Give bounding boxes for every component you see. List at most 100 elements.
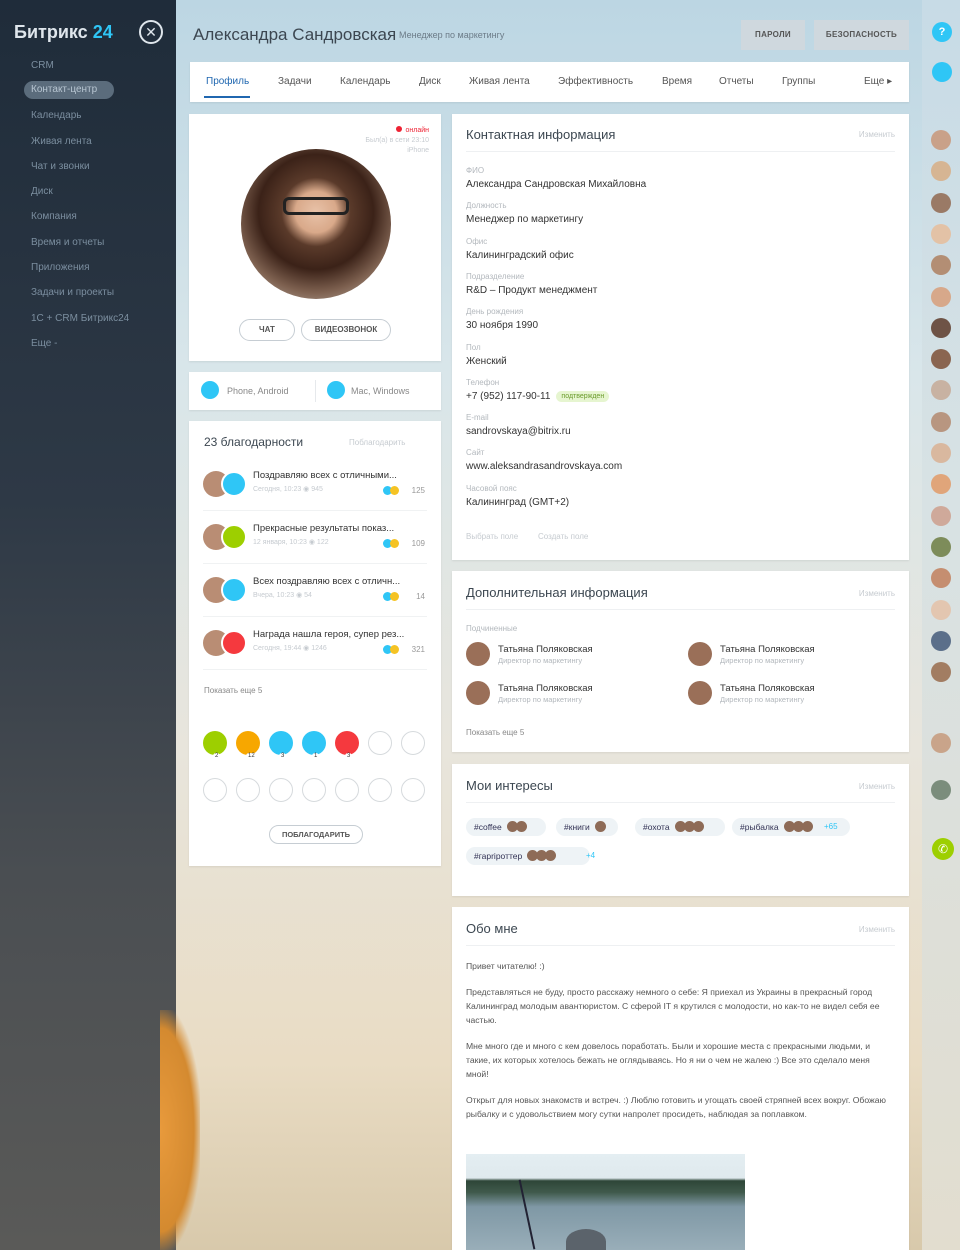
tab[interactable]: Группы: [782, 76, 815, 87]
tab[interactable]: Отчеты: [719, 76, 754, 87]
interest-tag[interactable]: #гарripоттер: [466, 847, 590, 865]
show-more-people[interactable]: Показать еще 5: [466, 728, 524, 737]
additional-edit-link[interactable]: Изменить: [859, 589, 895, 598]
sidebar-item[interactable]: Еще -: [24, 334, 174, 359]
close-icon[interactable]: ✕: [139, 20, 163, 44]
thanks-type-icon[interactable]: [368, 778, 392, 802]
contact-avatar[interactable]: [931, 380, 951, 401]
contact-avatar[interactable]: [931, 161, 951, 182]
mobile-apps[interactable]: Phone, Android: [227, 386, 289, 396]
contact-avatar[interactable]: [931, 733, 951, 754]
sidebar-item[interactable]: Время и отчеты: [24, 233, 174, 258]
thanks-type-icon[interactable]: [236, 778, 260, 802]
thanks-type-icon[interactable]: [368, 731, 392, 755]
person-name[interactable]: Татьяна Поляковская: [720, 644, 815, 655]
thanks-type-icon[interactable]: [401, 778, 425, 802]
thanks-type-icon[interactable]: [269, 778, 293, 802]
contact-avatar[interactable]: [931, 599, 951, 620]
sidebar-item[interactable]: Компания: [24, 207, 174, 232]
sidebar-item[interactable]: CRM: [24, 56, 174, 81]
person-avatar[interactable]: [466, 642, 490, 666]
sidebar-item[interactable]: Контакт-центр: [24, 81, 114, 100]
contact-avatar[interactable]: [931, 474, 951, 495]
notifications-icon[interactable]: [932, 62, 952, 82]
contact-avatar[interactable]: [931, 286, 951, 307]
thanks-item[interactable]: Награда нашла героя, супер рез... Сегодня…: [203, 624, 427, 670]
video-call-button[interactable]: ВИДЕОЗВОНОК: [301, 319, 391, 341]
desktop-apps[interactable]: Mac, Windows: [351, 386, 410, 396]
tab[interactable]: Эффективность: [558, 76, 633, 87]
sidebar-item[interactable]: Чат и звонки: [24, 157, 174, 182]
contact-avatar[interactable]: [931, 130, 951, 150]
contact-avatar[interactable]: [931, 349, 951, 370]
tab[interactable]: Календарь: [340, 76, 390, 87]
logo[interactable]: Битрикс 24: [14, 22, 113, 43]
thanks-type-icon[interactable]: [302, 731, 326, 755]
interest-extra-count[interactable]: +4: [586, 851, 595, 860]
interests-edit-link[interactable]: Изменить: [859, 782, 895, 791]
contact-avatar[interactable]: [931, 505, 951, 526]
person-avatar[interactable]: [688, 642, 712, 666]
person-name[interactable]: Татьяна Поляковская: [498, 683, 593, 694]
contact-avatar[interactable]: [931, 192, 951, 213]
contact-avatar[interactable]: [931, 255, 951, 276]
contact-edit-link[interactable]: Изменить: [859, 130, 895, 139]
interest-tag[interactable]: #книги: [556, 818, 618, 836]
create-field-link[interactable]: Создать поле: [538, 532, 588, 541]
sidebar-item[interactable]: Живая лента: [24, 132, 174, 157]
person-avatar[interactable]: [466, 681, 490, 705]
tab[interactable]: Живая лента: [469, 76, 530, 87]
thank-button[interactable]: ПОБЛАГОДАРИТЬ: [269, 825, 363, 844]
sidebar-item[interactable]: Задачи и проекты: [24, 283, 174, 308]
interest-tag[interactable]: #coffee: [466, 818, 546, 836]
interest-extra-count[interactable]: +65: [824, 822, 838, 831]
contact-avatar[interactable]: [931, 223, 951, 244]
thanks-item[interactable]: Прекрасные результаты показ... 12 января,…: [203, 518, 427, 564]
tab[interactable]: Профиль: [206, 76, 249, 87]
field-value[interactable]: www.aleksandrasandrovskaya.com: [466, 461, 622, 472]
phone-icon[interactable]: ✆: [932, 838, 954, 860]
contact-avatar[interactable]: [931, 411, 951, 432]
sidebar-item[interactable]: 1С + CRM Битрикс24: [24, 309, 174, 334]
contact-avatar[interactable]: [931, 662, 951, 683]
thanks-type-icon[interactable]: [335, 731, 359, 755]
field-value[interactable]: sandrovskaya@bitrix.ru: [466, 426, 571, 437]
tab[interactable]: Время: [662, 76, 692, 87]
about-photo[interactable]: [466, 1154, 745, 1250]
thanks-item[interactable]: Поздравляю всех с отличными... Сегодня, 1…: [203, 465, 427, 511]
passwords-button[interactable]: ПАРОЛИ: [741, 20, 805, 50]
contact-avatar[interactable]: [931, 568, 951, 589]
person-avatar[interactable]: [688, 681, 712, 705]
person-name[interactable]: Татьяна Поляковская: [498, 644, 593, 655]
thanks-type-icon[interactable]: [335, 778, 359, 802]
thanks-type-icon[interactable]: [302, 778, 326, 802]
thanks-type-icon[interactable]: [401, 731, 425, 755]
select-field-link[interactable]: Выбрать поле: [466, 532, 518, 541]
field-value-text: Калининградский офис: [466, 249, 574, 261]
help-icon[interactable]: ?: [932, 22, 952, 42]
show-more-thanks[interactable]: Показать еще 5: [204, 686, 262, 695]
thank-link[interactable]: Поблагодарить: [349, 438, 405, 447]
chat-button[interactable]: ЧАТ: [239, 319, 295, 341]
sidebar-item[interactable]: Диск: [24, 182, 174, 207]
person-name[interactable]: Татьяна Поляковская: [720, 683, 815, 694]
tab[interactable]: Еще ▸: [864, 76, 892, 87]
sidebar-item[interactable]: Календарь: [24, 106, 174, 131]
thanks-type-icon[interactable]: [203, 778, 227, 802]
contact-avatar[interactable]: [931, 536, 951, 557]
thanks-type-icon[interactable]: [269, 731, 293, 755]
contact-avatar[interactable]: [931, 780, 951, 800]
thanks-item[interactable]: Всех поздравляю всех с отличн... Вчера, 1…: [203, 571, 427, 617]
interest-tag[interactable]: #охота: [635, 818, 725, 836]
avatar[interactable]: [241, 149, 391, 299]
thanks-type-icon[interactable]: [236, 731, 260, 755]
tab[interactable]: Диск: [419, 76, 441, 87]
contact-avatar[interactable]: [931, 443, 951, 463]
sidebar-item[interactable]: Приложения: [24, 258, 174, 283]
contact-avatar[interactable]: [931, 630, 951, 651]
about-edit-link[interactable]: Изменить: [859, 925, 895, 934]
security-button[interactable]: БЕЗОПАСНОСТЬ: [814, 20, 909, 50]
contact-avatar[interactable]: [931, 317, 951, 338]
thanks-type-icon[interactable]: [203, 731, 227, 755]
tab[interactable]: Задачи: [278, 76, 312, 87]
